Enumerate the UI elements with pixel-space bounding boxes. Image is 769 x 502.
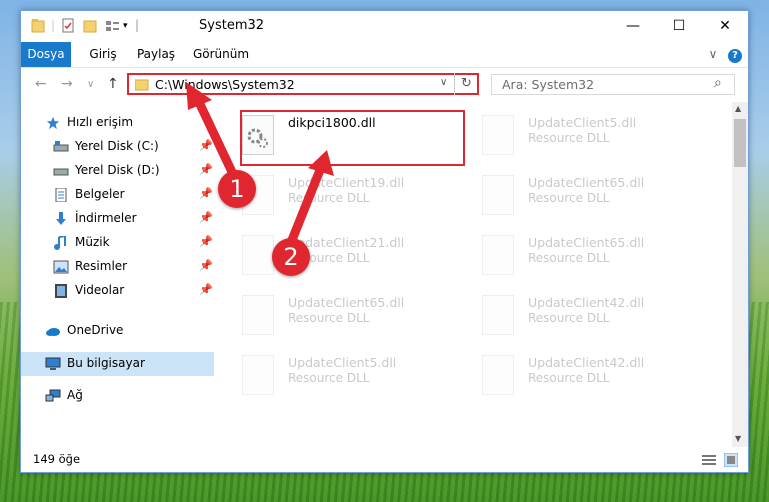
arrow-1-shaft [193,95,237,177]
arrow-2-shaft [287,165,325,245]
annotation-arrows [186,82,334,245]
